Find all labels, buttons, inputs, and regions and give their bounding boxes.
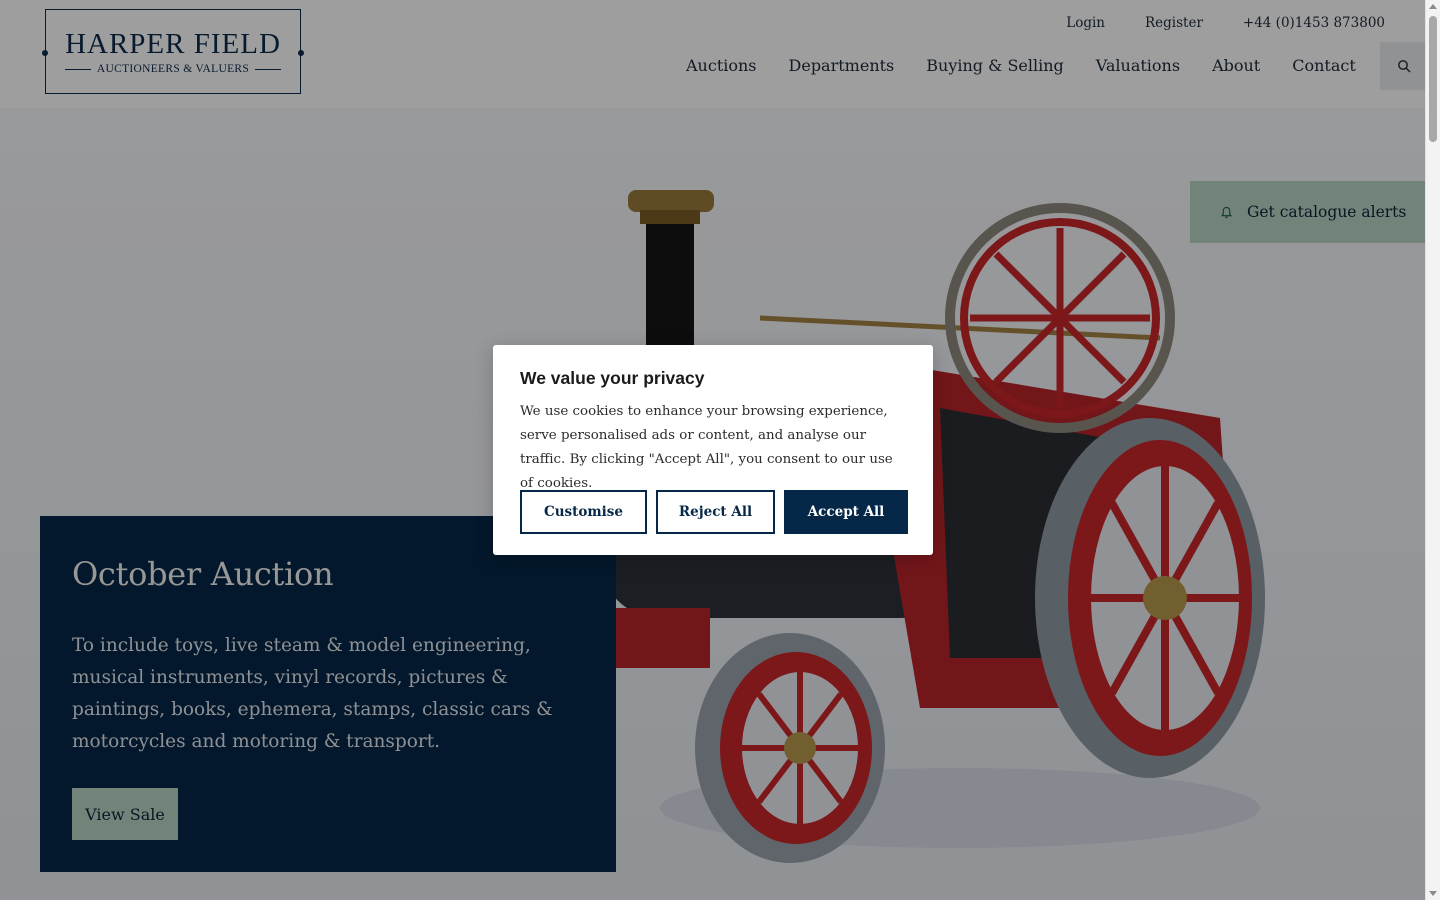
cookie-actions: Customise Reject All Accept All — [520, 490, 908, 534]
cookie-title: We value your privacy — [520, 368, 705, 388]
scroll-down-arrow-icon[interactable] — [1429, 891, 1437, 896]
cookie-consent-dialog: We value your privacy We use cookies to … — [493, 345, 933, 555]
accept-all-button[interactable]: Accept All — [784, 490, 908, 534]
cookie-body: We use cookies to enhance your browsing … — [520, 404, 893, 491]
page-scrollbar[interactable] — [1425, 0, 1440, 900]
reject-all-button[interactable]: Reject All — [656, 490, 775, 534]
scroll-up-arrow-icon[interactable] — [1429, 4, 1437, 9]
customise-button[interactable]: Customise — [520, 490, 647, 534]
scroll-thumb[interactable] — [1429, 16, 1437, 142]
